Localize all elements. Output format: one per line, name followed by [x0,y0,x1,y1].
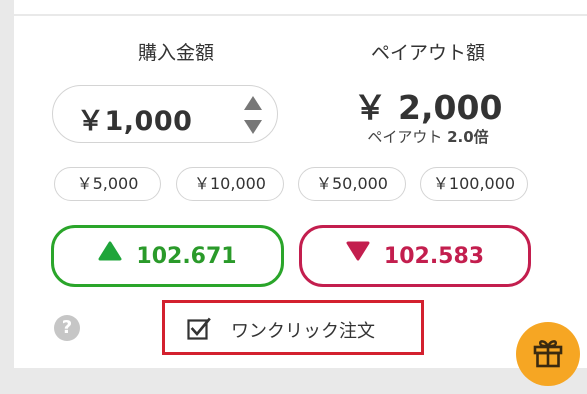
high-price: 102.671 [136,244,237,269]
one-click-order-label: ワンクリック注文 [231,321,375,342]
gift-icon [533,340,563,368]
purchase-amount-value[interactable]: ￥1,000 [77,99,192,138]
gift-button[interactable] [516,322,580,386]
payout-rate-label: ペイアウト [367,128,443,146]
decrease-amount-icon[interactable] [243,118,263,136]
quick-amount-50000[interactable]: ￥50,000 [298,167,406,201]
increase-amount-icon[interactable] [243,94,263,112]
purchase-amount-title: 購入金額 [137,42,214,64]
up-triangle-icon [98,226,122,284]
checkbox-checked-icon[interactable] [187,317,211,340]
one-click-order-toggle[interactable]: ワンクリック注文 [162,300,424,355]
payout-rate-value: 2.0倍 [447,128,489,146]
quick-amount-5000[interactable]: ￥5,000 [54,167,161,201]
help-icon[interactable]: ? [54,315,80,341]
down-triangle-icon [346,226,370,284]
quick-amount-100000[interactable]: ￥100,000 [420,167,528,201]
payout-amount-title: ペイアウト額 [370,42,485,64]
payout-rate: ペイアウト 2.0倍 [348,126,508,147]
top-panel-edge [14,0,587,14]
payout-amount-value: ￥ 2,000 [353,88,503,127]
purchase-amount-input[interactable]: ￥1,000 [52,85,278,143]
low-price: 102.583 [383,244,485,269]
quick-amount-10000[interactable]: ￥10,000 [176,167,284,201]
low-button[interactable]: 102.583 [299,225,531,287]
high-button[interactable]: 102.671 [51,225,284,287]
